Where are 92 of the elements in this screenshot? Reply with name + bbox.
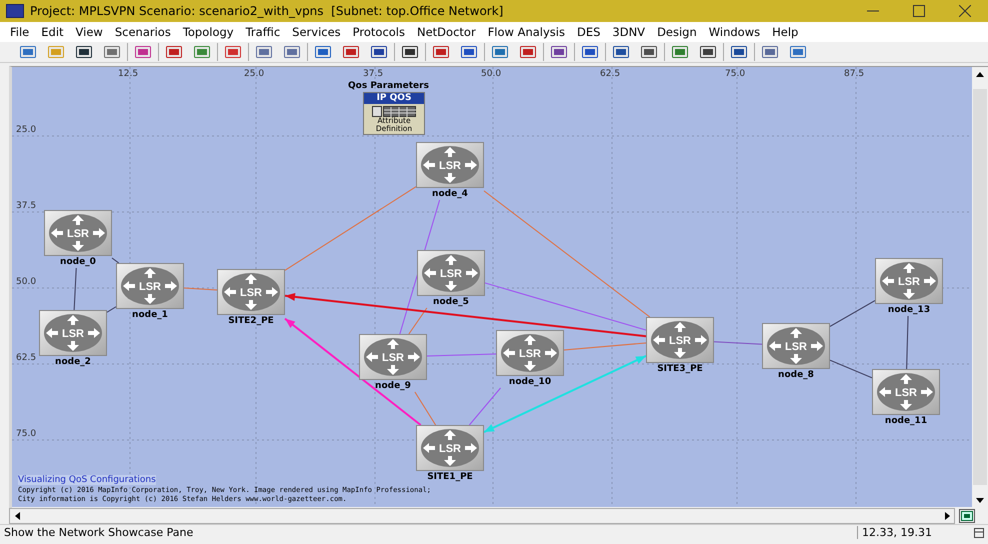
coordinates-readout: 12.33, 19.31 bbox=[857, 526, 972, 539]
toolbar-tool-icon[interactable] bbox=[401, 44, 419, 60]
menu-item[interactable]: NetDoctor bbox=[411, 25, 482, 39]
router-icon[interactable]: LSR bbox=[496, 330, 564, 376]
axis-tick-label: 62.5 bbox=[16, 353, 36, 363]
toolbar-tool-icon[interactable] bbox=[75, 44, 93, 60]
menu-item[interactable]: 3DNV bbox=[606, 25, 652, 39]
link-line[interactable] bbox=[484, 282, 646, 331]
toolbar-tool-icon[interactable] bbox=[519, 44, 537, 60]
toolbar-tool-icon[interactable] bbox=[342, 44, 360, 60]
showcase-pane-icon[interactable] bbox=[959, 508, 975, 522]
node-label: node_13 bbox=[888, 305, 930, 315]
node-label: node_11 bbox=[884, 416, 928, 426]
close-icon[interactable] bbox=[959, 5, 971, 17]
axis-tick-label: 75.0 bbox=[725, 69, 746, 79]
router-icon[interactable]: LSR bbox=[762, 323, 830, 369]
axis-tick-label: 25.0 bbox=[16, 125, 36, 135]
menu-item[interactable]: Traffic bbox=[240, 25, 286, 39]
node-label: node_9 bbox=[375, 381, 411, 391]
axis-tick-label: 25.0 bbox=[244, 69, 264, 79]
router-icon[interactable]: LSR bbox=[39, 310, 107, 356]
router-icon[interactable]: LSR bbox=[872, 369, 940, 415]
node-label: SITE2_PE bbox=[228, 316, 274, 326]
menu-item[interactable]: Edit bbox=[35, 25, 70, 39]
axis-tick-label: 87.5 bbox=[844, 69, 864, 79]
axis-tick-label: 62.5 bbox=[600, 69, 620, 79]
link-line[interactable] bbox=[714, 341, 762, 345]
node-label: node_10 bbox=[508, 377, 552, 387]
node-label: node_1 bbox=[132, 310, 168, 320]
node-label: node_4 bbox=[432, 189, 468, 199]
flow-arrow[interactable] bbox=[284, 318, 422, 426]
link-line[interactable] bbox=[106, 306, 116, 313]
link-line[interactable] bbox=[830, 360, 872, 378]
link-line[interactable] bbox=[408, 308, 428, 334]
router-icon[interactable]: LSR bbox=[217, 269, 285, 315]
pane-icon bbox=[974, 528, 984, 538]
link-line[interactable] bbox=[906, 316, 909, 370]
node-label: node_5 bbox=[433, 297, 469, 307]
scroll-thumb[interactable] bbox=[973, 89, 987, 485]
menu-item[interactable]: Topology bbox=[176, 25, 240, 39]
menu-item[interactable]: View bbox=[70, 25, 109, 39]
toolbar-tool-icon[interactable] bbox=[460, 44, 478, 60]
node-label: node_2 bbox=[55, 357, 91, 367]
status-message: Show the Network Showcase Pane bbox=[3, 526, 194, 539]
menu-item[interactable]: File bbox=[4, 25, 36, 39]
menu-item[interactable]: Windows bbox=[702, 25, 766, 39]
menu-item[interactable]: DES bbox=[570, 25, 606, 39]
toolbar-tool-icon[interactable] bbox=[314, 44, 332, 60]
axis-tick-label: 12.5 bbox=[118, 69, 138, 79]
router-icon[interactable]: LSR bbox=[44, 210, 112, 256]
node-label: SITE1_PE bbox=[427, 472, 473, 482]
node-label: node_8 bbox=[778, 370, 814, 380]
menu-item[interactable]: Flow Analysis bbox=[482, 25, 571, 39]
toolbar-tool-icon[interactable] bbox=[640, 44, 658, 60]
object-label: Qos Parameters bbox=[348, 81, 429, 91]
toolbar-tool-icon[interactable] bbox=[432, 44, 450, 60]
object-header: IP QOS bbox=[364, 93, 424, 104]
window-title: Project: MPLSVPN Scenario: scenario2_with_vpns [Subnet: top.Office Network] bbox=[30, 4, 504, 18]
axis-tick-label: 37.5 bbox=[16, 201, 36, 211]
axis-tick-label: 50.0 bbox=[481, 69, 502, 79]
router-icon[interactable]: LSR bbox=[646, 317, 714, 363]
menu-item[interactable]: Scenarios bbox=[108, 25, 177, 39]
link-line[interactable] bbox=[74, 268, 77, 310]
router-icon[interactable]: LSR bbox=[359, 334, 427, 380]
node-label: node_0 bbox=[60, 257, 96, 267]
menu-item[interactable]: Design bbox=[651, 25, 703, 39]
toolbar-tool-icon[interactable] bbox=[581, 44, 599, 60]
router-icon[interactable]: LSR bbox=[416, 425, 484, 471]
router-icon[interactable]: LSR bbox=[116, 263, 184, 309]
axis-tick-label: 50.0 bbox=[16, 277, 36, 287]
flow-arrow[interactable] bbox=[284, 292, 646, 338]
link-line[interactable] bbox=[112, 258, 120, 264]
menu-item[interactable]: Services bbox=[286, 25, 347, 39]
menu-item[interactable]: Help bbox=[766, 25, 804, 39]
toolbar-tool-icon[interactable] bbox=[165, 44, 183, 60]
view-caption: Visualizing QoS Configurations bbox=[18, 475, 156, 485]
toolbar-tool-icon[interactable] bbox=[699, 44, 717, 60]
app-icon bbox=[6, 4, 24, 18]
axis-tick-label: 37.5 bbox=[363, 69, 384, 79]
toolbar-tool-icon[interactable] bbox=[550, 44, 568, 60]
toolbar-tool-icon[interactable] bbox=[370, 44, 388, 60]
menu-item[interactable]: Protocols bbox=[346, 25, 411, 39]
toolbar-tool-icon[interactable] bbox=[730, 44, 748, 60]
maximize-icon[interactable] bbox=[913, 5, 925, 17]
link-line[interactable] bbox=[830, 300, 876, 327]
router-icon[interactable]: LSR bbox=[416, 142, 484, 188]
axis-tick-label: 75.0 bbox=[16, 429, 36, 439]
table-icon bbox=[372, 106, 416, 117]
router-icon[interactable]: LSR bbox=[875, 258, 943, 304]
router-icon[interactable]: LSR bbox=[417, 250, 485, 296]
node-label: SITE3_PE bbox=[657, 364, 703, 374]
toolbar-tool-icon[interactable] bbox=[612, 44, 630, 60]
